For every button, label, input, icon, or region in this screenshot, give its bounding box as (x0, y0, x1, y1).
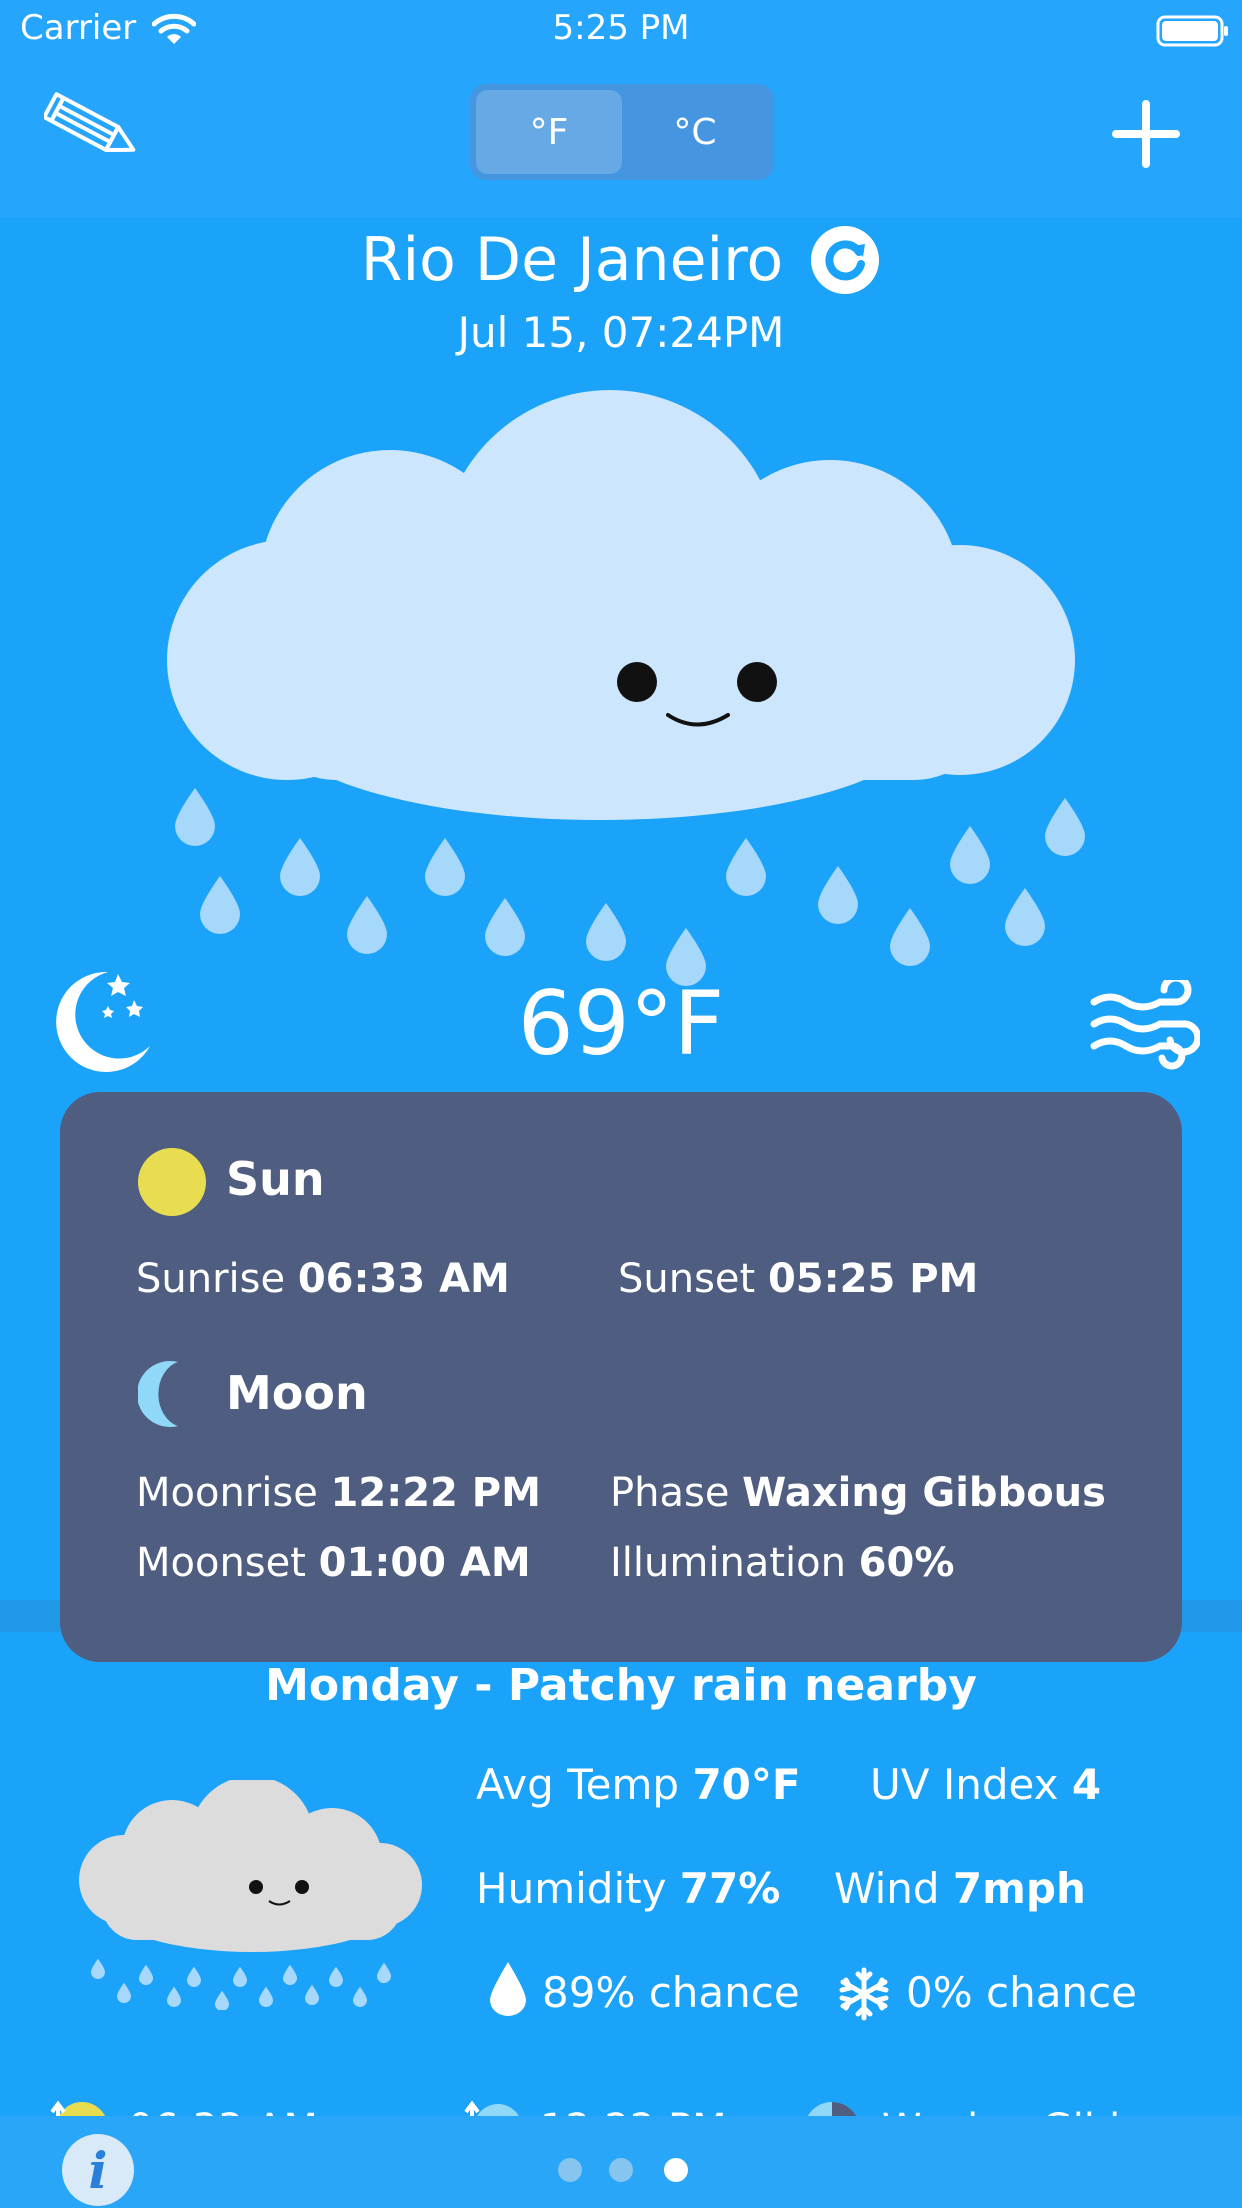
info-icon: i (88, 2140, 108, 2200)
city-header: Rio De Janeiro (0, 224, 1242, 296)
uv-index-value: 4 (1071, 1760, 1102, 1809)
illumination-row: Illumination 60% (610, 1540, 954, 1586)
humidity-stat: Humidity 77% (476, 1864, 780, 1913)
snowflake-icon (839, 1967, 889, 2021)
raindrop (347, 896, 387, 954)
raindrop (353, 1986, 367, 2008)
humidity-value: 77% (679, 1864, 781, 1913)
moonset-row: Moonset 01:00 AM (136, 1540, 531, 1586)
raindrop (818, 866, 858, 924)
moon-heading: Moon (226, 1366, 368, 1420)
status-time: 5:25 PM (552, 8, 690, 48)
unit-celsius-option[interactable]: °C (622, 90, 768, 174)
astronomy-card: Sun Sunrise 06:33 AM Sunset 05:25 PM Moo… (60, 1092, 1182, 1662)
unit-toggle[interactable]: °F °C (470, 84, 774, 180)
raindrop (726, 838, 766, 896)
sunset-row: Sunset 05:25 PM (618, 1256, 978, 1302)
sunrise-value: 06:33 AM (297, 1256, 510, 1302)
refresh-icon[interactable] (809, 224, 881, 296)
city-name: Rio De Janeiro (360, 225, 784, 295)
page-dot-3[interactable] (664, 2158, 688, 2182)
raindrop (175, 788, 215, 846)
moonrise-value: 12:22 PM (330, 1470, 541, 1516)
edit-pencil-icon[interactable] (44, 90, 144, 170)
illumination-label: Illumination (610, 1540, 846, 1586)
raindrop (890, 908, 930, 966)
raindrop (377, 1962, 391, 1984)
info-button[interactable]: i (62, 2134, 134, 2206)
uv-index-stat: UV Index 4 (870, 1760, 1101, 1809)
raindrop (485, 898, 525, 956)
raindrop (117, 1982, 131, 2004)
raindrop (1005, 888, 1045, 946)
snow-chance: 0% chance (906, 1968, 1137, 2017)
sunset-label: Sunset (618, 1256, 756, 1302)
raindrop (329, 1966, 343, 1988)
current-temperature: 69°F (517, 972, 725, 1075)
raindrop (305, 1984, 319, 2006)
wind-label: Wind (834, 1864, 940, 1913)
page-dot-1[interactable] (558, 2158, 582, 2182)
moonset-label: Moonset (136, 1540, 306, 1586)
illumination-value: 60% (858, 1540, 955, 1586)
raindrop (950, 826, 990, 884)
raindrop (283, 1964, 297, 1986)
avg-temp-stat: Avg Temp 70°F (476, 1760, 801, 1809)
sunrise-row: Sunrise 06:33 AM (136, 1256, 510, 1302)
uv-index-label: UV Index (870, 1760, 1059, 1809)
forecast-title: Monday - Patchy rain nearby (265, 1660, 977, 1711)
wind-stat: Wind 7mph (834, 1864, 1086, 1913)
unit-fahrenheit-option[interactable]: °F (476, 90, 622, 174)
moon-phase-icon (138, 1361, 178, 1427)
raindrop (280, 838, 320, 896)
raindrop (586, 903, 626, 961)
raindrop (187, 1966, 201, 1988)
wind-value: 7mph (952, 1864, 1086, 1913)
humidity-label: Humidity (476, 1864, 667, 1913)
moonrise-label: Moonrise (136, 1470, 318, 1516)
rain-cloud-icon (167, 390, 1085, 986)
raindrop (259, 1986, 273, 2008)
moonrise-row: Moonrise 12:22 PM (136, 1470, 541, 1516)
location-datetime: Jul 15, 07:24PM (457, 308, 785, 357)
phase-value: Waxing Gibbous (742, 1470, 1106, 1516)
sun-heading: Sun (226, 1152, 325, 1206)
phase-label: Phase (610, 1470, 730, 1516)
raindrop (233, 1966, 247, 1988)
avg-temp-value: 70°F (692, 1760, 801, 1809)
battery-icon (1156, 15, 1228, 47)
wind-icon (1090, 980, 1200, 1070)
moonset-value: 01:00 AM (318, 1540, 531, 1586)
raindrop (167, 1986, 181, 2008)
phase-row: Phase Waxing Gibbous (610, 1470, 1106, 1516)
sun-icon (138, 1148, 206, 1216)
page-dot-2[interactable] (609, 2158, 633, 2182)
raindrop (1045, 798, 1085, 856)
raindrop (215, 1990, 229, 2010)
avg-temp-label: Avg Temp (476, 1760, 680, 1809)
raindrop (139, 1964, 153, 1986)
add-location-button[interactable] (1110, 98, 1182, 170)
raindrop (425, 838, 465, 896)
sunset-value: 05:25 PM (767, 1256, 979, 1302)
raindrop (200, 876, 240, 934)
raindrop (91, 1958, 105, 1980)
rain-drop-icon (490, 1962, 526, 2016)
forecast-rain-cloud-icon (79, 1780, 422, 2010)
rain-chance: 89% chance (542, 1968, 800, 2017)
sunrise-label: Sunrise (136, 1256, 286, 1302)
